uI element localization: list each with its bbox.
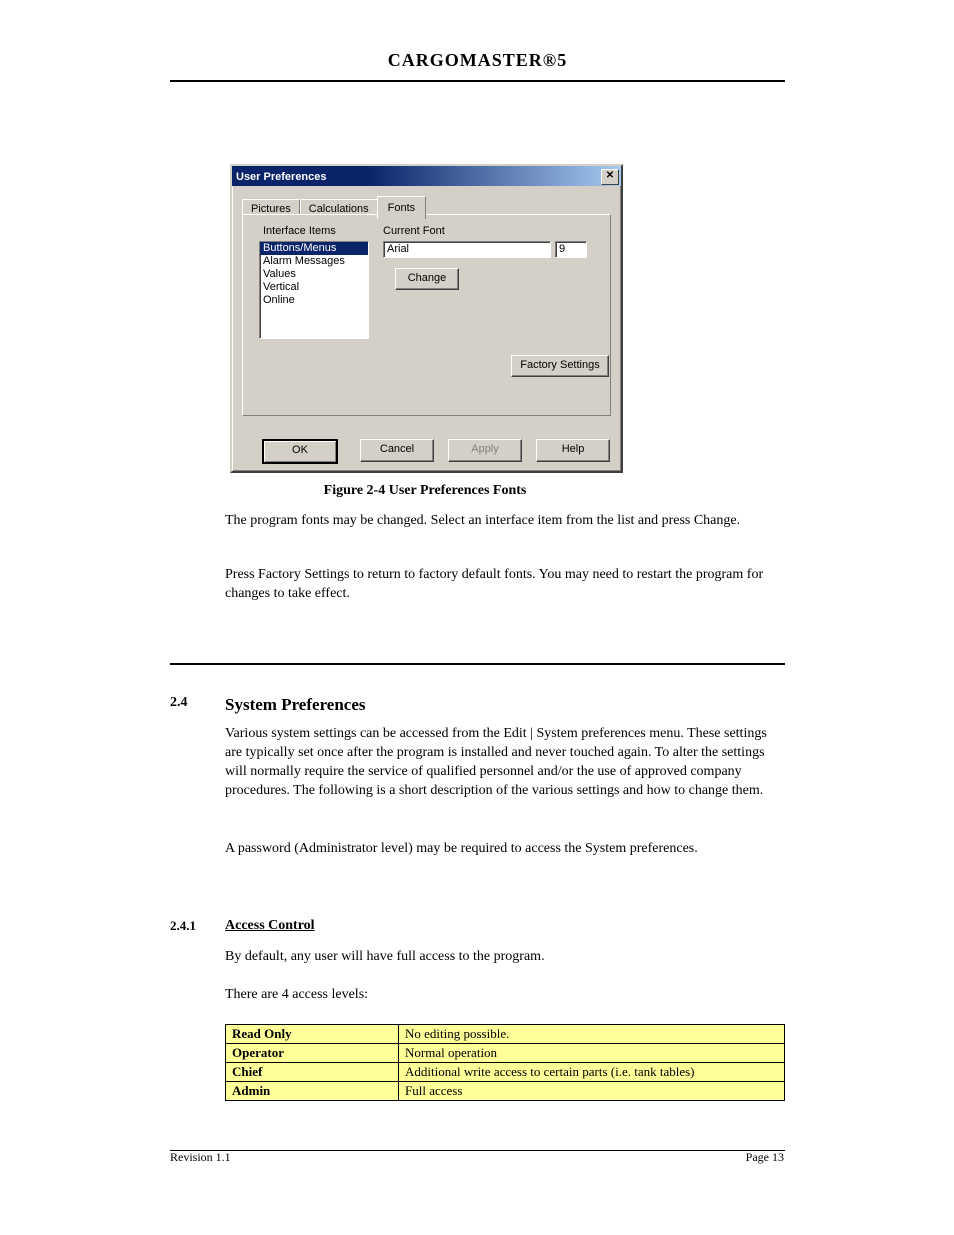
table-cell: Read Only [226,1025,399,1044]
paragraph: There are 4 access levels: [225,986,785,1005]
factory-settings-button[interactable]: Factory Settings [511,355,609,377]
table-cell: Admin [226,1082,399,1101]
table-cell: Chief [226,1063,399,1082]
list-item[interactable]: Values [260,268,368,281]
label-current-font: Current Font [383,225,445,237]
footer-page-number: Page 13 [746,1150,784,1165]
table-row: Read Only No editing possible. [226,1025,785,1044]
table-row: Admin Full access [226,1082,785,1101]
header-rule [170,80,785,82]
current-font-size[interactable]: 9 [555,241,587,258]
table-row: Operator Normal operation [226,1044,785,1063]
list-item[interactable]: Buttons/Menus [260,242,368,255]
table-cell: Additional write access to certain parts… [399,1063,785,1082]
table-row: Chief Additional write access to certain… [226,1063,785,1082]
table-cell: No editing possible. [399,1025,785,1044]
dialog-bottom-buttons: OK Cancel Apply Help [232,439,621,461]
table-cell: Operator [226,1044,399,1063]
apply-button: Apply [448,439,522,462]
list-item[interactable]: Alarm Messages [260,255,368,268]
footer-rule [170,1150,785,1151]
label-interface-items: Interface Items [263,225,336,237]
section-title: System Preferences [225,695,366,715]
paragraph: A password (Administrator level) may be … [225,840,785,859]
close-icon[interactable]: ✕ [601,169,619,185]
paragraph: Various system settings can be accessed … [225,725,785,801]
access-levels-table: Read Only No editing possible. Operator … [225,1024,785,1101]
help-button[interactable]: Help [536,439,610,462]
change-button[interactable]: Change [395,268,459,290]
dialog-titlebar[interactable]: User Preferences ✕ [232,166,621,186]
list-item[interactable]: Online [260,294,368,307]
page-header-title: CARGOMASTER®5 [170,50,785,71]
ok-button[interactable]: OK [262,439,338,464]
subsection-number: 2.4.1 [170,918,196,934]
tab-panel-fonts: Interface Items Current Font Buttons/Men… [242,214,611,416]
section-number: 2.4 [170,695,188,711]
tab-fonts[interactable]: Fonts [377,196,427,219]
paragraph: The program fonts may be changed. Select… [225,512,785,531]
paragraph: By default, any user will have full acce… [225,948,785,967]
paragraph: Press Factory Settings to return to fact… [225,566,785,604]
user-preferences-dialog: User Preferences ✕ Pictures Calculations… [230,164,623,473]
current-font-name[interactable]: Arial [383,241,551,258]
dialog-title: User Preferences [236,171,327,183]
subsection-title: Access Control [225,918,315,934]
cancel-button[interactable]: Cancel [360,439,434,462]
list-item[interactable]: Vertical [260,281,368,294]
footer-revision: Revision 1.1 [170,1150,231,1165]
interface-items-listbox[interactable]: Buttons/Menus Alarm Messages Values Vert… [259,241,369,339]
table-cell: Normal operation [399,1044,785,1063]
section-rule [170,663,785,665]
figure-caption: Figure 2-4 User Preferences Fonts [225,482,625,501]
table-cell: Full access [399,1082,785,1101]
